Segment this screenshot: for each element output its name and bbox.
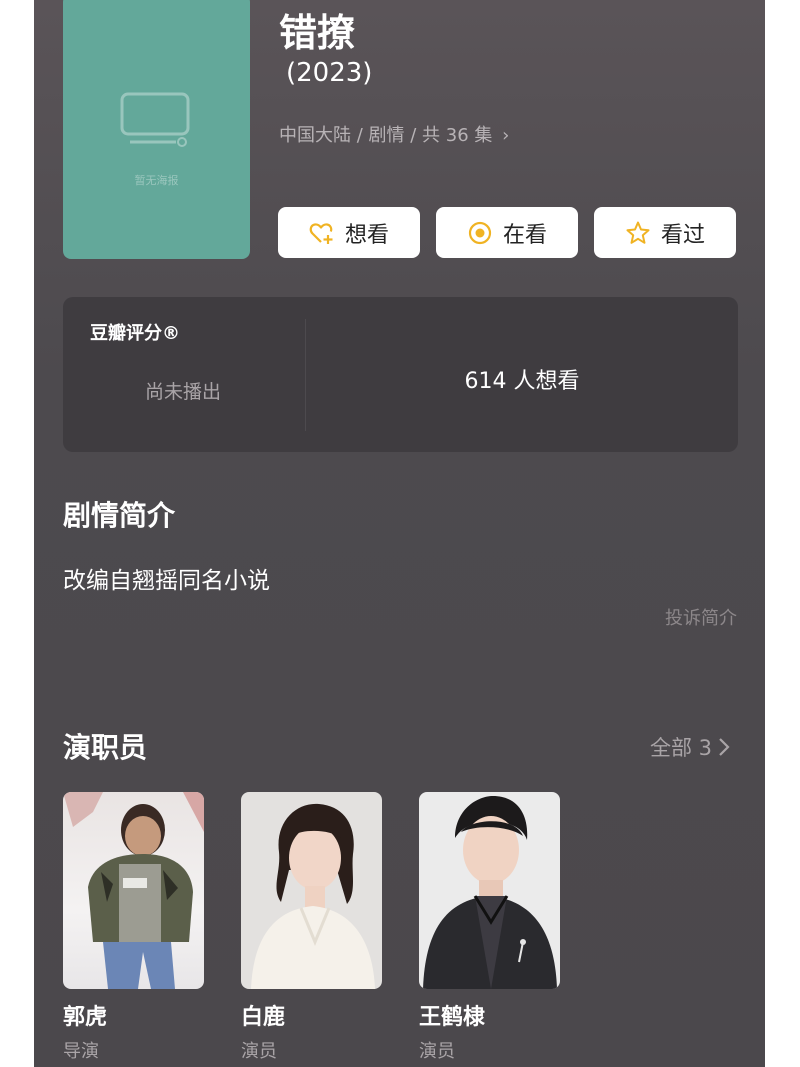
cast-card[interactable]: 王鹤棣 演员 — [419, 792, 560, 1063]
show-meta-link[interactable]: 中国大陆 / 剧情 / 共 36 集 › — [279, 121, 509, 147]
person-photo-icon — [251, 803, 375, 989]
poster-placeholder[interactable]: 暂无海报 — [63, 0, 250, 259]
cast-role: 导演 — [63, 1041, 99, 1062]
watching-button[interactable]: 在看 — [436, 207, 578, 258]
cast-all-label: 全部 3 — [650, 736, 713, 760]
cast-photo — [241, 792, 382, 989]
synopsis-text[interactable]: 改编自翘摇同名小说 — [63, 561, 270, 595]
person-photo-icon — [423, 796, 557, 989]
rating-label: 豆瓣评分® — [90, 323, 180, 344]
show-year: (2023) — [286, 58, 373, 88]
person-photo-icon — [63, 792, 204, 989]
want-count: 614 人想看 — [464, 369, 580, 394]
show-title: 错撩 — [279, 11, 356, 55]
chevron-right-icon — [719, 738, 730, 756]
heart-plus-icon — [309, 222, 333, 244]
target-circle-icon — [468, 221, 492, 244]
star-icon — [626, 221, 650, 244]
cast-name: 白鹿 — [241, 1005, 286, 1030]
movie-detail-panel: 暂无海报 错撩 (2023) 中国大陆 / 剧情 / 共 36 集 › 想看 在… — [34, 0, 765, 1067]
show-meta-text: 中国大陆 / 剧情 / 共 36 集 — [279, 125, 493, 146]
rating-status: 尚未播出 — [144, 381, 221, 403]
rating-card[interactable]: 豆瓣评分® 尚未播出 614 人想看 — [63, 297, 738, 452]
cast-heading: 演职员 — [63, 731, 148, 764]
cast-photo — [419, 792, 560, 989]
want-to-watch-label: 想看 — [344, 222, 389, 248]
cast-role: 演员 — [241, 1041, 277, 1062]
cast-role: 演员 — [419, 1041, 455, 1062]
synopsis-heading: 剧情简介 — [63, 499, 176, 532]
poster-watermark: 暂无海报 — [134, 174, 179, 187]
report-synopsis-link[interactable]: 投诉简介 — [665, 604, 737, 630]
watched-label: 看过 — [660, 222, 705, 248]
cast-name: 王鹤棣 — [419, 1005, 486, 1030]
watching-label: 在看 — [502, 222, 547, 248]
cast-photo — [63, 792, 204, 989]
chevron-right-icon: › — [502, 125, 510, 146]
cast-name: 郭虎 — [63, 1005, 108, 1030]
want-to-watch-button[interactable]: 想看 — [278, 207, 420, 258]
tv-icon — [120, 92, 190, 147]
cast-card[interactable]: 白鹿 演员 — [241, 792, 382, 1063]
watched-button[interactable]: 看过 — [594, 207, 736, 258]
cast-all-link[interactable]: 全部 3 — [650, 732, 730, 762]
cast-card[interactable]: 郭虎 导演 — [63, 792, 204, 1063]
